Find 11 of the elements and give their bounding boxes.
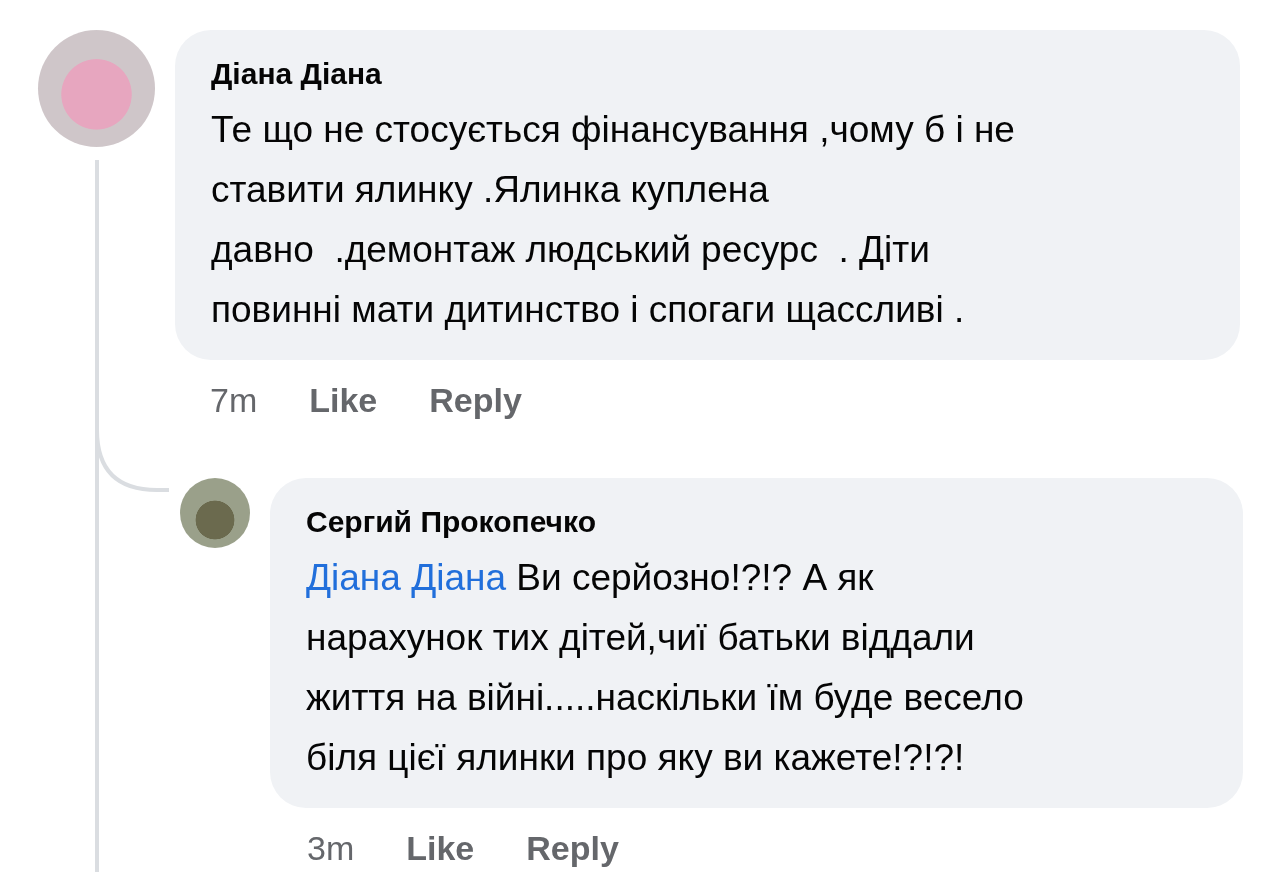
comment-text: Те що не стосується фінансування ,чому б і не ставити ялинку .Ялинка куплена давно .демонтаж людський ресурс . Діти повинні мати дитинство і спогаги щассливі . bbox=[211, 108, 1016, 332]
reply-link[interactable]: Reply bbox=[526, 828, 619, 868]
like-link[interactable]: Like bbox=[309, 380, 378, 420]
like-link[interactable]: Like bbox=[406, 828, 475, 868]
mention-link[interactable]: Діана Діана bbox=[306, 557, 506, 598]
author-name[interactable]: Діана Діана bbox=[211, 54, 1204, 94]
comment-time: 7m bbox=[210, 380, 258, 420]
comment-text: Діана Діана Ви серйозно!?!? А як нарахунок тих дітей,чиї батьки віддали життя на війні.....наскільки їм буде весело біля цієї ялинки про яку ви кажете!?!?! bbox=[306, 556, 1025, 780]
reply-link[interactable]: Reply bbox=[429, 380, 522, 420]
author-name[interactable]: Сергий Прокопечко bbox=[306, 502, 1207, 542]
comment-time: 3m bbox=[307, 828, 355, 868]
